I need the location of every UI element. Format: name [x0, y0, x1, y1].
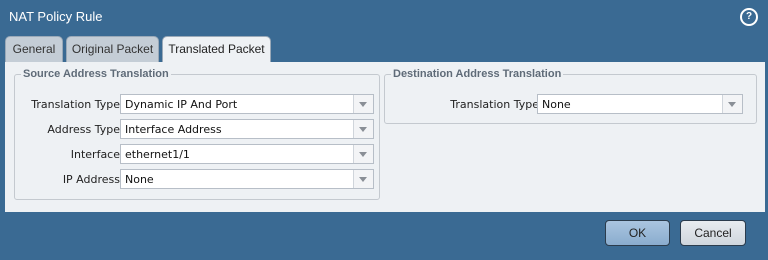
ip-address-label: IP Address — [62, 173, 120, 186]
interface-label: Interface — [70, 148, 120, 161]
address-type-label: Address Type — [47, 123, 120, 136]
chevron-down-icon — [353, 120, 373, 138]
chevron-down-icon — [722, 95, 742, 113]
dialog-title-bar: NAT Policy Rule ? — [0, 0, 768, 34]
source-translation-type-label: Translation Type — [31, 98, 120, 111]
cancel-button[interactable]: Cancel — [680, 220, 746, 246]
ok-button[interactable]: OK — [605, 220, 670, 246]
tab-general[interactable]: General — [5, 36, 63, 62]
tab-translated-packet[interactable]: Translated Packet — [162, 36, 271, 64]
interface-select[interactable]: ethernet1/1 — [120, 144, 374, 164]
chevron-down-icon — [353, 145, 373, 163]
destination-translation-type-label: Translation Type — [450, 98, 539, 111]
source-translation-type-select[interactable]: Dynamic IP And Port — [120, 94, 374, 114]
help-icon[interactable]: ? — [740, 8, 758, 26]
chevron-down-icon — [353, 170, 373, 188]
destination-translation-type-select[interactable]: None — [537, 94, 743, 114]
dialog-title: NAT Policy Rule — [9, 9, 103, 24]
ip-address-select[interactable]: None — [120, 169, 374, 189]
source-address-translation-legend: Source Address Translation — [23, 68, 169, 80]
translated-packet-panel: Source Address Translation Translation T… — [5, 62, 765, 212]
tab-original-packet[interactable]: Original Packet — [66, 36, 159, 62]
address-type-select[interactable]: Interface Address — [120, 119, 374, 139]
chevron-down-icon — [353, 95, 373, 113]
destination-address-translation-legend: Destination Address Translation — [393, 68, 562, 80]
